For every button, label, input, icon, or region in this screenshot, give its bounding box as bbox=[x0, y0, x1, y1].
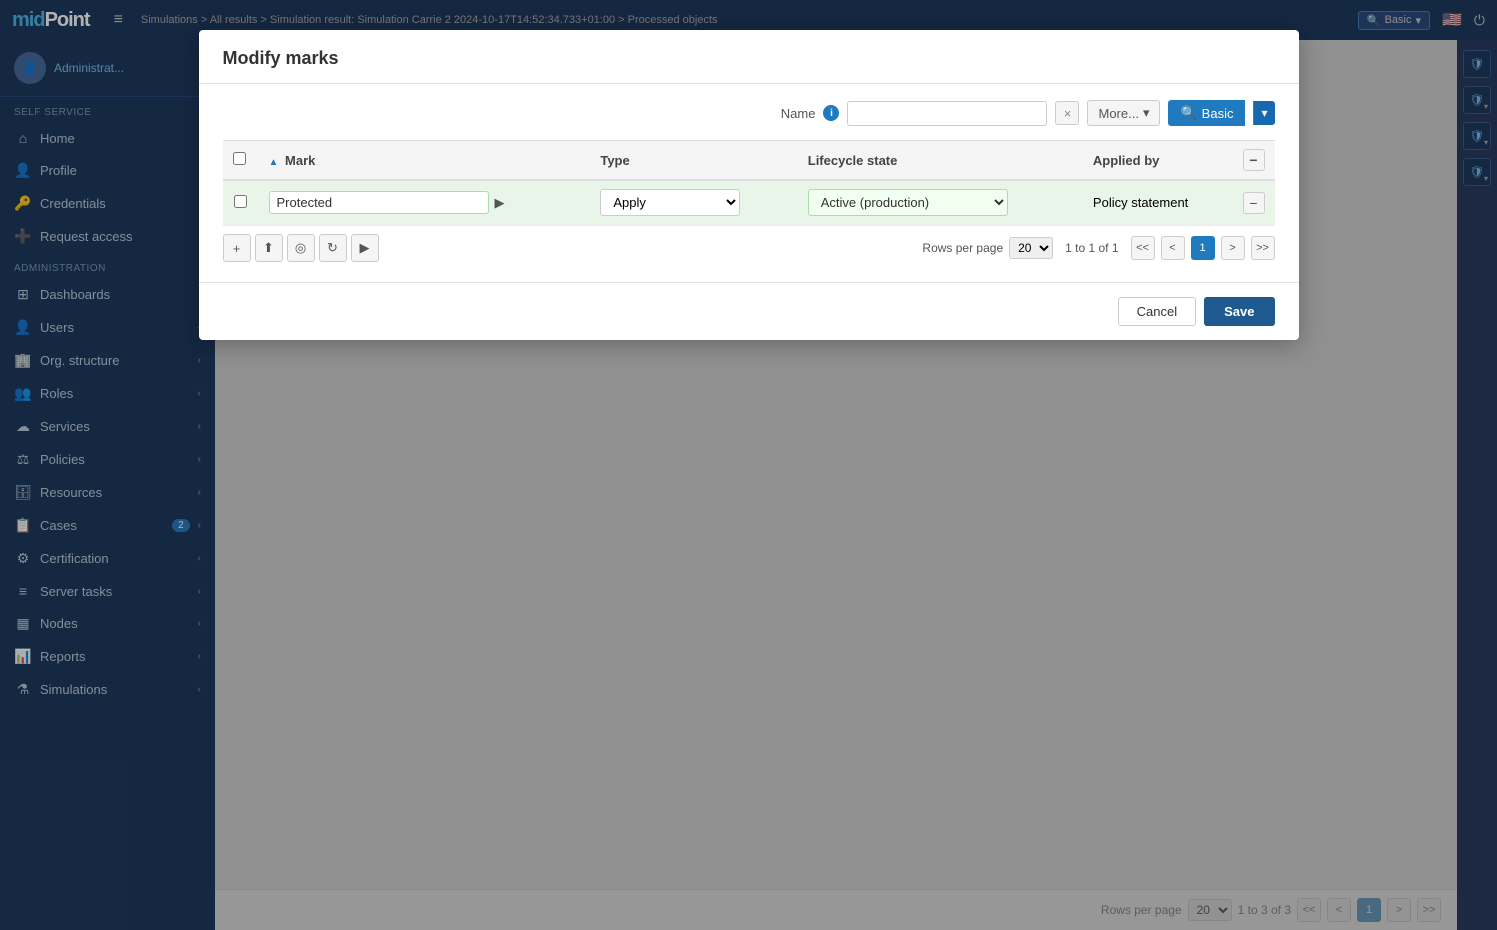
modal-header: Modify marks bbox=[199, 30, 1299, 84]
refresh-button[interactable]: ↻ bbox=[319, 234, 347, 262]
modal-body: Name i × More... ▾ 🔍 Basic ▾ bbox=[199, 84, 1299, 282]
col-mark-label: Mark bbox=[285, 153, 315, 168]
more-label: More... bbox=[1098, 106, 1138, 121]
info-icon: i bbox=[823, 105, 839, 121]
table-actions: + ⬆ ◎ ↻ ▶ bbox=[223, 234, 379, 262]
table-prev-page-btn[interactable]: < bbox=[1161, 236, 1185, 260]
modify-marks-modal: Modify marks Name i × More... ▾ 🔍 Basic … bbox=[199, 30, 1299, 340]
search-input[interactable] bbox=[847, 101, 1047, 126]
col-header-type: Type bbox=[590, 141, 797, 181]
table-last-page-btn[interactable]: >> bbox=[1251, 236, 1275, 260]
row-checkbox[interactable] bbox=[234, 195, 247, 208]
lifecycle-cell: Active (production) Draft Deprecated bbox=[798, 180, 1083, 225]
col-lifecycle-label: Lifecycle state bbox=[808, 153, 898, 168]
col-header-checkbox bbox=[223, 141, 259, 181]
more-button[interactable]: More... ▾ bbox=[1087, 100, 1160, 126]
marks-table: ▲ Mark Type Lifecycle state Applied by bbox=[223, 140, 1275, 225]
basic-search-dropdown-button[interactable]: ▾ bbox=[1253, 101, 1274, 125]
mark-input[interactable] bbox=[269, 191, 489, 214]
table-next-page-btn[interactable]: > bbox=[1221, 236, 1245, 260]
col-header-lifecycle: Lifecycle state bbox=[798, 141, 1083, 181]
search-clear-button[interactable]: × bbox=[1055, 101, 1079, 125]
upload-button[interactable]: ⬆ bbox=[255, 234, 283, 262]
add-row-button[interactable]: + bbox=[223, 234, 251, 262]
header-minus-btn[interactable]: − bbox=[1243, 149, 1265, 171]
search-icon: 🔍 bbox=[1180, 105, 1196, 121]
table-current-page-btn[interactable]: 1 bbox=[1191, 236, 1215, 260]
col-type-label: Type bbox=[600, 153, 629, 168]
table-header-row: ▲ Mark Type Lifecycle state Applied by bbox=[223, 141, 1275, 181]
select-all-checkbox[interactable] bbox=[233, 152, 246, 165]
basic-search-label: Basic bbox=[1202, 106, 1234, 121]
table-first-page-btn[interactable]: << bbox=[1131, 236, 1155, 260]
lifecycle-select[interactable]: Active (production) Draft Deprecated bbox=[808, 189, 1008, 216]
play-button[interactable]: ▶ bbox=[351, 234, 379, 262]
cancel-button[interactable]: Cancel bbox=[1118, 297, 1196, 326]
table-rows-select[interactable]: 20 bbox=[1009, 237, 1053, 259]
table-pagination: Rows per page 20 1 to 1 of 1 << < 1 > >> bbox=[922, 236, 1274, 260]
pointer-icon[interactable]: ▶ bbox=[495, 195, 505, 211]
table-toolbar: + ⬆ ◎ ↻ ▶ Rows per page 20 1 to 1 of 1 <… bbox=[223, 225, 1275, 266]
row-minus-cell: − bbox=[1233, 180, 1275, 225]
name-label: Name bbox=[781, 106, 816, 121]
applied-by-cell: Policy statement bbox=[1083, 180, 1233, 225]
save-button[interactable]: Save bbox=[1204, 297, 1274, 326]
table-page-info: 1 to 1 of 1 bbox=[1065, 241, 1118, 255]
sort-arrow-icon: ▲ bbox=[269, 157, 279, 168]
modal-backdrop: Modify marks Name i × More... ▾ 🔍 Basic … bbox=[0, 0, 1497, 930]
mark-cell: ▶ bbox=[259, 180, 591, 225]
row-checkbox-cell bbox=[223, 180, 259, 225]
col-header-mark: ▲ Mark bbox=[259, 141, 591, 181]
applied-by-value: Policy statement bbox=[1093, 195, 1188, 210]
type-cell: Apply Exclude bbox=[590, 180, 797, 225]
modal-footer: Cancel Save bbox=[199, 282, 1299, 340]
modal-title: Modify marks bbox=[223, 48, 339, 68]
rows-per-page-label: Rows per page bbox=[922, 241, 1003, 255]
col-applied-by-label: Applied by bbox=[1093, 153, 1159, 168]
table-row: ▶ Apply Exclude Active (production) bbox=[223, 180, 1275, 225]
type-select[interactable]: Apply Exclude bbox=[600, 189, 740, 216]
modal-search-bar: Name i × More... ▾ 🔍 Basic ▾ bbox=[223, 100, 1275, 126]
mark-field: ▶ bbox=[269, 191, 581, 214]
basic-search-button[interactable]: 🔍 Basic bbox=[1168, 100, 1245, 126]
chevron-down-icon: ▾ bbox=[1143, 105, 1150, 121]
row-minus-button[interactable]: − bbox=[1243, 192, 1265, 214]
col-header-applied-by: Applied by bbox=[1083, 141, 1233, 181]
col-header-minus: − bbox=[1233, 141, 1275, 181]
chart-button[interactable]: ◎ bbox=[287, 234, 315, 262]
